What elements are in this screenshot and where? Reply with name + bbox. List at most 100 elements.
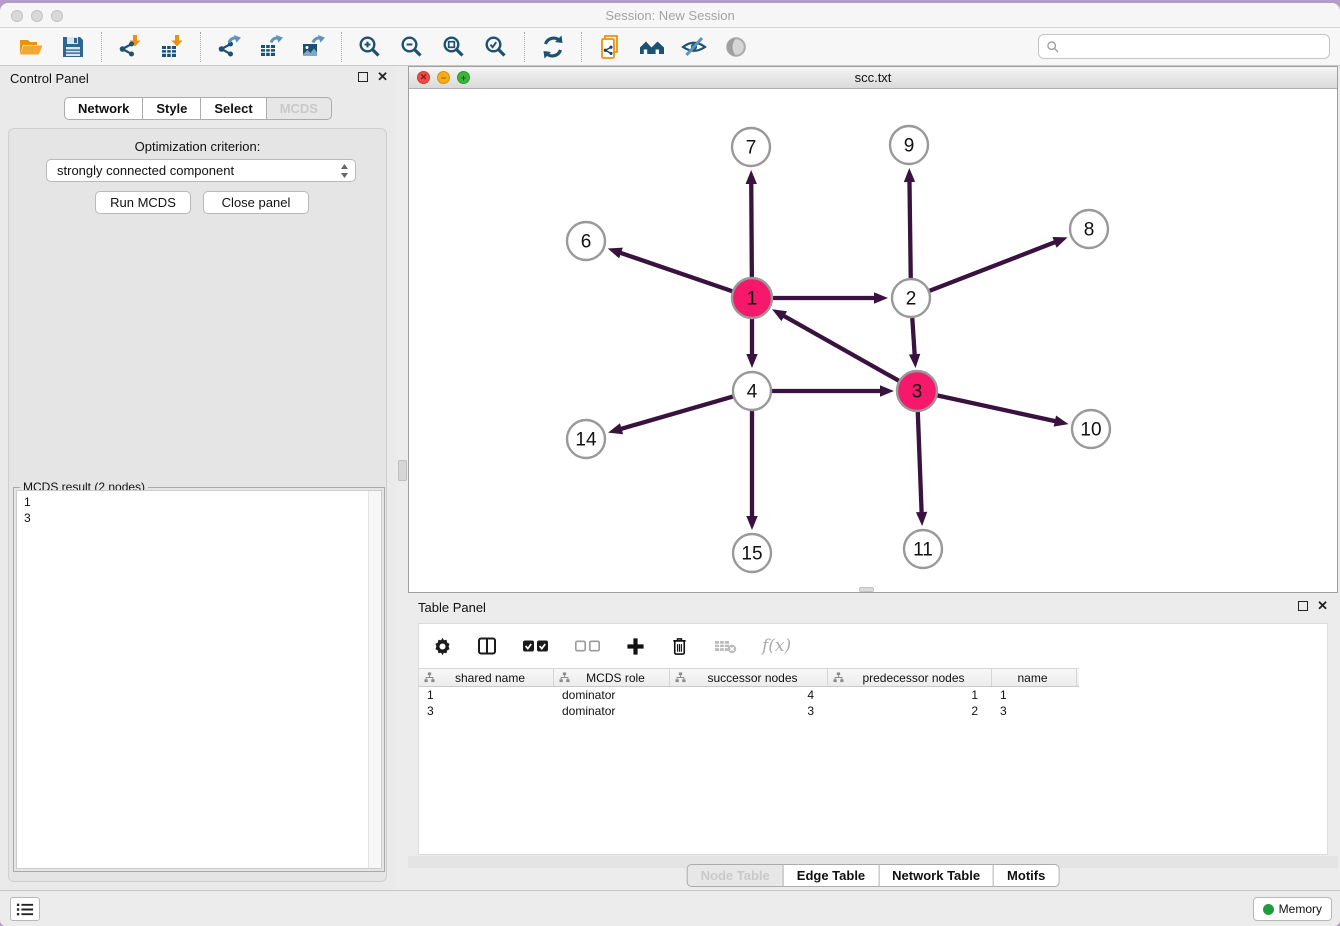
graph-edge-1-6[interactable] bbox=[619, 252, 733, 291]
node-table-area: f(x) shared nameMCDS rolesuccessor nodes… bbox=[418, 623, 1328, 855]
export-image-button[interactable] bbox=[298, 32, 328, 62]
network-graph[interactable]: 1234678910111415 bbox=[409, 89, 1337, 592]
run-mcds-button[interactable]: Run MCDS bbox=[95, 191, 191, 214]
show-all-button bbox=[721, 32, 751, 62]
graph-edge-1-7[interactable] bbox=[751, 182, 752, 278]
mcds-result-item: 1 bbox=[24, 494, 374, 510]
graph-arrowhead-3-10 bbox=[1054, 416, 1069, 427]
network-window-title: scc.txt bbox=[409, 67, 1337, 88]
graph-arrowhead-4-15 bbox=[746, 516, 757, 530]
deselect-all-button[interactable] bbox=[574, 639, 601, 653]
window-traffic-lights bbox=[11, 10, 63, 22]
main-toolbar bbox=[0, 28, 1340, 66]
column-header-successor-nodes[interactable]: successor nodes bbox=[670, 669, 828, 686]
network-zoom-icon[interactable]: + bbox=[457, 71, 470, 84]
function-builder-icon: f(x) bbox=[762, 636, 791, 656]
hide-selected-button[interactable] bbox=[679, 32, 709, 62]
table-settings-button[interactable] bbox=[433, 637, 452, 656]
graph-node-label-10: 10 bbox=[1080, 420, 1101, 441]
refresh-network-icon bbox=[540, 34, 566, 60]
network-table-divider-handle[interactable] bbox=[859, 587, 874, 592]
column-header-mcds-role[interactable]: MCDS role bbox=[554, 669, 670, 686]
tab-node-table[interactable]: Node Table bbox=[687, 864, 784, 887]
tab-mcds[interactable]: MCDS bbox=[267, 97, 332, 120]
float-panel-icon[interactable] bbox=[358, 72, 368, 82]
graph-edge-4-14[interactable] bbox=[620, 397, 733, 430]
tab-select[interactable]: Select bbox=[201, 97, 266, 120]
close-window-button[interactable] bbox=[11, 10, 23, 22]
graph-edge-2-9[interactable] bbox=[909, 180, 910, 278]
tab-network[interactable]: Network bbox=[64, 97, 143, 120]
graph-arrowhead-1-4 bbox=[746, 354, 757, 368]
import-network-button[interactable] bbox=[115, 32, 145, 62]
zoom-in-button[interactable] bbox=[355, 32, 385, 62]
panel-divider-handle[interactable] bbox=[398, 460, 407, 481]
delete-column-button bbox=[714, 639, 737, 654]
zoom-out-button[interactable] bbox=[397, 32, 427, 62]
table-row[interactable]: 3dominator323 bbox=[419, 703, 1327, 719]
refresh-network-button[interactable] bbox=[538, 32, 568, 62]
graph-edge-2-3[interactable] bbox=[912, 318, 914, 356]
graph-node-label-8: 8 bbox=[1084, 220, 1095, 241]
add-column-button[interactable] bbox=[626, 637, 645, 656]
clone-network-icon bbox=[597, 34, 623, 60]
show-columns-button[interactable] bbox=[477, 636, 497, 656]
tab-motifs[interactable]: Motifs bbox=[994, 864, 1059, 887]
maximize-window-button[interactable] bbox=[51, 10, 63, 22]
memory-button[interactable]: Memory bbox=[1253, 897, 1332, 921]
close-panel-button[interactable]: Close panel bbox=[203, 191, 309, 214]
clone-network-button[interactable] bbox=[595, 32, 625, 62]
zoom-fit-button[interactable] bbox=[439, 32, 469, 62]
table-cell: 2 bbox=[828, 703, 992, 719]
graph-node-label-4: 4 bbox=[747, 382, 758, 403]
mcds-result-scrollbar[interactable] bbox=[368, 491, 381, 868]
graph-edge-3-11[interactable] bbox=[918, 411, 922, 514]
mcds-result-textarea[interactable]: 13 bbox=[16, 490, 382, 869]
close-panel-icon[interactable]: ✕ bbox=[377, 71, 388, 83]
zoom-selected-button[interactable] bbox=[481, 32, 511, 62]
open-session-button[interactable] bbox=[16, 32, 46, 62]
tab-style[interactable]: Style bbox=[143, 97, 201, 120]
import-table-button[interactable] bbox=[157, 32, 187, 62]
deselect-all-icon bbox=[574, 639, 601, 653]
graph-edge-2-8[interactable] bbox=[930, 242, 1057, 291]
dropdown-stepper-icon bbox=[340, 163, 349, 179]
tab-network-table[interactable]: Network Table bbox=[879, 864, 994, 887]
export-table-button[interactable] bbox=[256, 32, 286, 62]
save-session-button[interactable] bbox=[58, 32, 88, 62]
network-canvas[interactable]: 1234678910111415 bbox=[409, 89, 1337, 592]
export-network-button[interactable] bbox=[214, 32, 244, 62]
network-minimize-icon[interactable]: − bbox=[437, 71, 450, 84]
column-header-label: name bbox=[997, 671, 1076, 685]
mcds-panel: Optimization criterion: strongly connect… bbox=[8, 128, 387, 882]
tab-edge-table[interactable]: Edge Table bbox=[784, 864, 879, 887]
table-row[interactable]: 1dominator411 bbox=[419, 687, 1327, 703]
column-header-name[interactable]: name bbox=[992, 669, 1077, 686]
toolbar-separator bbox=[200, 32, 201, 62]
search-input[interactable] bbox=[1060, 37, 1329, 57]
graph-edge-3-10[interactable] bbox=[937, 395, 1057, 421]
first-neighbors-button[interactable] bbox=[637, 32, 667, 62]
delete-selected-icon bbox=[670, 636, 689, 656]
table-body: 1dominator4113dominator323 bbox=[419, 687, 1327, 719]
column-header-predecessor-nodes[interactable]: predecessor nodes bbox=[828, 669, 992, 686]
select-all-button[interactable] bbox=[522, 639, 549, 653]
criterion-dropdown[interactable]: strongly connected component bbox=[46, 159, 356, 182]
column-header-shared-name[interactable]: shared name bbox=[419, 669, 554, 686]
control-panel-title: Control Panel bbox=[10, 71, 89, 86]
network-close-icon[interactable]: ✕ bbox=[417, 71, 430, 84]
network-window-titlebar[interactable]: ✕ − + scc.txt bbox=[409, 67, 1337, 89]
hide-selected-icon bbox=[681, 34, 707, 60]
minimize-window-button[interactable] bbox=[31, 10, 43, 22]
export-image-icon bbox=[300, 34, 326, 60]
graph-arrowhead-4-3 bbox=[880, 385, 894, 396]
task-history-button[interactable] bbox=[10, 897, 40, 921]
graph-arrowhead-2-9 bbox=[904, 168, 915, 182]
graph-node-label-7: 7 bbox=[746, 138, 757, 159]
delete-selected-button[interactable] bbox=[670, 636, 689, 656]
graph-edge-3-1[interactable] bbox=[782, 315, 899, 381]
table-close-panel-icon[interactable]: ✕ bbox=[1317, 600, 1328, 612]
show-columns-icon bbox=[477, 636, 497, 656]
table-float-panel-icon[interactable] bbox=[1298, 601, 1308, 611]
search-box[interactable] bbox=[1038, 34, 1330, 59]
